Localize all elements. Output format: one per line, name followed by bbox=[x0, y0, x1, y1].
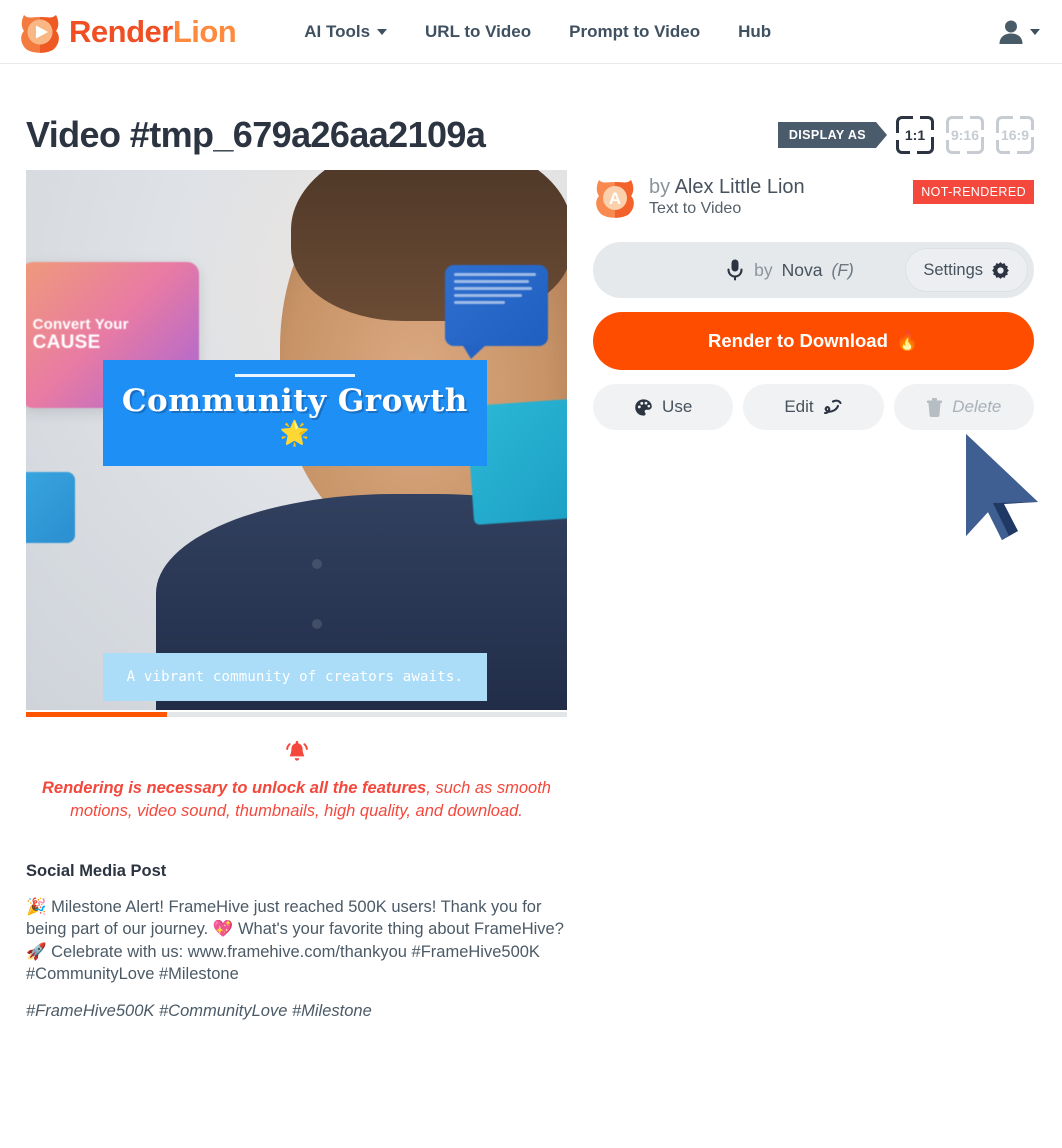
video-progress-fill bbox=[26, 712, 167, 717]
bubble-text-line bbox=[454, 279, 529, 283]
display-as-tag: DISPLAY AS bbox=[777, 122, 888, 148]
user-menu-chevron-down-icon bbox=[1030, 28, 1040, 35]
corner-bracket-icon bbox=[920, 116, 934, 130]
nav-item-prompt-to-video-label: Prompt to Video bbox=[569, 21, 701, 41]
use-button[interactable]: Use bbox=[593, 384, 734, 430]
delete-button-label: Delete bbox=[952, 397, 1002, 416]
page-content: Video #tmp_679a26aa2109a DISPLAY AS 1:1 … bbox=[0, 64, 1062, 1021]
video-progress-bar[interactable] bbox=[26, 712, 567, 717]
bubble-text-line bbox=[454, 272, 536, 276]
user-menu[interactable] bbox=[996, 17, 1040, 47]
nav-links: AI Tools URL to Video Prompt to Video Hu… bbox=[304, 22, 771, 42]
ratio-button-16-9[interactable]: 16:9 bbox=[994, 114, 1036, 156]
title-row: Video #tmp_679a26aa2109a DISPLAY AS 1:1 … bbox=[26, 64, 1036, 170]
author-by-label: by bbox=[649, 175, 671, 198]
bubble-text-line bbox=[454, 300, 506, 304]
bubble-text-line bbox=[454, 286, 533, 290]
lion-avatar-icon: A bbox=[596, 180, 634, 218]
corner-bracket-icon bbox=[946, 140, 960, 154]
flame-icon: 🔥 bbox=[895, 330, 919, 351]
squiggle-icon bbox=[823, 399, 842, 414]
video-overlay-title: Community Growth bbox=[121, 383, 468, 420]
brand-name-part1: Render bbox=[69, 13, 173, 49]
left-column: Convert Your CAUSE Community Growth 🌟 A … bbox=[26, 170, 567, 1021]
display-as-control: DISPLAY AS 1:1 9:16 16:9 bbox=[777, 114, 1036, 156]
corner-bracket-icon bbox=[1020, 116, 1034, 130]
edit-button[interactable]: Edit bbox=[743, 384, 884, 430]
video-scene-card-line2: CAUSE bbox=[32, 331, 101, 353]
social-post-heading: Social Media Post bbox=[26, 861, 167, 880]
action-buttons-row: Use Edit Delete bbox=[593, 384, 1034, 430]
nav-item-hub-label: Hub bbox=[738, 21, 772, 41]
author-row: A by Alex Little Lion Text to Video NOT-… bbox=[593, 174, 1034, 220]
author-name: Alex Little Lion bbox=[674, 175, 805, 198]
author-name-line: by Alex Little Lion bbox=[649, 176, 901, 200]
author-meta: by Alex Little Lion Text to Video bbox=[649, 176, 901, 219]
ratio-button-1-1[interactable]: 1:1 bbox=[894, 114, 936, 156]
user-avatar-icon bbox=[999, 20, 1023, 44]
render-warning-bold: Rendering is necessary to unlock all the… bbox=[42, 779, 427, 797]
status-badge: NOT-RENDERED bbox=[913, 180, 1034, 204]
top-navigation-bar: RenderLion AI Tools URL to Video Prompt … bbox=[0, 0, 1062, 64]
bell-icon bbox=[284, 739, 310, 770]
video-scene-card-line1: Convert Your bbox=[32, 315, 129, 333]
nav-item-ai-tools-label: AI Tools bbox=[304, 21, 371, 41]
avatar-letter: A bbox=[609, 189, 621, 208]
edit-button-label: Edit bbox=[784, 397, 814, 416]
brand-name: RenderLion bbox=[69, 13, 237, 50]
social-post-hashtags: #FrameHive500K #CommunityLove #Milestone bbox=[26, 1001, 372, 1020]
video-overlay-star-emoji: 🌟 bbox=[279, 419, 310, 447]
video-preview[interactable]: Convert Your CAUSE Community Growth 🌟 A … bbox=[26, 170, 567, 710]
render-warning-text: Rendering is necessary to unlock all the… bbox=[32, 777, 561, 824]
nav-item-url-to-video-label: URL to Video bbox=[425, 21, 532, 41]
main-body: Convert Your CAUSE Community Growth 🌟 A … bbox=[26, 170, 1036, 1021]
voice-selector-bar[interactable]: by Nova (F) Settings bbox=[593, 242, 1034, 298]
voice-info: by Nova (F) bbox=[725, 258, 854, 282]
corner-bracket-icon bbox=[896, 140, 910, 154]
trash-icon bbox=[927, 397, 943, 417]
voice-gender: (F) bbox=[831, 259, 854, 280]
brand-logo[interactable]: RenderLion bbox=[18, 9, 237, 55]
voice-settings-button[interactable]: Settings bbox=[905, 248, 1028, 292]
gear-icon bbox=[992, 261, 1009, 279]
bubble-text-line bbox=[454, 293, 523, 297]
chevron-down-icon bbox=[377, 28, 388, 35]
video-caption-box: A vibrant community of creators awaits. bbox=[102, 653, 487, 702]
overlay-divider-rule bbox=[234, 374, 355, 378]
brand-name-part2: Lion bbox=[172, 13, 237, 49]
ratio-button-9-16[interactable]: 9:16 bbox=[944, 114, 986, 156]
corner-bracket-icon bbox=[970, 116, 984, 130]
voice-by-label: by bbox=[754, 259, 773, 280]
voice-name: Nova bbox=[781, 259, 823, 280]
nav-item-prompt-to-video[interactable]: Prompt to Video bbox=[569, 22, 700, 42]
video-overlay-title-box: Community Growth 🌟 bbox=[102, 360, 487, 467]
nav-item-hub[interactable]: Hub bbox=[738, 22, 771, 42]
voice-settings-label: Settings bbox=[923, 260, 983, 279]
lion-play-logo-icon bbox=[21, 14, 59, 53]
right-column: A by Alex Little Lion Text to Video NOT-… bbox=[593, 170, 1034, 430]
microphone-icon bbox=[727, 259, 743, 281]
corner-bracket-icon bbox=[996, 140, 1010, 154]
video-caption-text: A vibrant community of creators awaits. bbox=[126, 669, 464, 686]
author-subtitle: Text to Video bbox=[649, 200, 742, 218]
social-media-post-section: Social Media Post 🎉 Milestone Alert! Fra… bbox=[26, 862, 567, 1021]
social-post-body: 🎉 Milestone Alert! FrameHive just reache… bbox=[26, 897, 564, 984]
nav-item-url-to-video[interactable]: URL to Video bbox=[425, 22, 531, 42]
render-button-label: Render to Download bbox=[708, 330, 888, 351]
nav-item-ai-tools[interactable]: AI Tools bbox=[304, 21, 388, 42]
use-button-label: Use bbox=[662, 397, 693, 416]
render-to-download-button[interactable]: Render to Download 🔥 bbox=[593, 312, 1034, 370]
page-title: Video #tmp_679a26aa2109a bbox=[26, 114, 486, 155]
render-warning: Rendering is necessary to unlock all the… bbox=[26, 739, 567, 824]
video-speech-bubble bbox=[445, 264, 549, 359]
palette-icon bbox=[635, 398, 652, 416]
video-blue-shape bbox=[26, 472, 75, 543]
delete-button[interactable]: Delete bbox=[893, 384, 1034, 430]
